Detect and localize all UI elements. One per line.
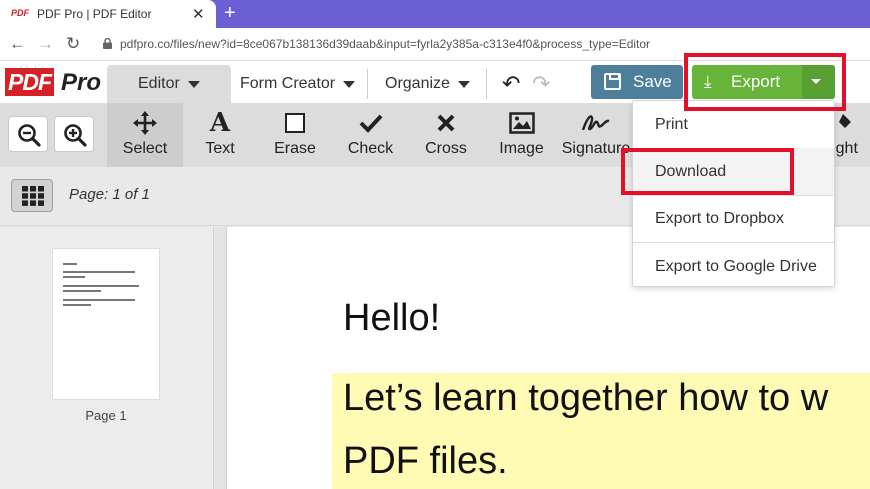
cross-icon — [408, 109, 484, 137]
divider — [367, 69, 368, 99]
chevron-down-icon — [187, 80, 200, 88]
thumbnails-toggle-button[interactable] — [11, 179, 53, 212]
tool-select[interactable]: Select — [107, 103, 183, 167]
reload-icon[interactable]: ↻ — [66, 34, 80, 54]
thumbnail-label: Page 1 — [85, 408, 127, 423]
tab-title: PDF Pro | PDF Editor — [37, 7, 152, 21]
divider — [486, 69, 487, 99]
check-icon — [333, 109, 408, 137]
redo-icon[interactable]: ↷ — [532, 71, 550, 97]
tool-text-label: Text — [205, 140, 235, 157]
download-highlight-box — [621, 148, 794, 195]
lock-icon — [103, 38, 112, 49]
zoom-in-button[interactable] — [54, 116, 94, 152]
url-text[interactable]: pdfpro.co/files/new?id=8ce067b138136d39d… — [120, 37, 650, 51]
tool-erase[interactable]: Erase — [257, 103, 333, 167]
tool-check[interactable]: Check — [333, 103, 408, 167]
undo-icon[interactable]: ↶ — [502, 71, 520, 97]
browser-tab-bar: PDF PDF Pro | PDF Editor ✕ + — [0, 0, 870, 28]
doc-heading: Hello! — [343, 297, 441, 339]
signature-icon — [559, 109, 633, 137]
tab-form-creator[interactable]: Form Creator — [240, 65, 356, 103]
zoom-out-icon — [18, 124, 41, 147]
grid-icon — [22, 186, 44, 206]
tool-erase-label: Erase — [274, 140, 316, 157]
tab-organize[interactable]: Organize — [385, 65, 470, 103]
export-highlight-box — [684, 53, 846, 111]
tab-organize-label: Organize — [385, 75, 450, 92]
forward-arrow-icon[interactable]: → — [37, 34, 54, 54]
zoom-out-button[interactable] — [8, 116, 48, 152]
thumbnail-sidebar: Page 1 — [0, 227, 214, 489]
tab-form-creator-label: Form Creator — [240, 75, 336, 92]
pdfpro-favicon-icon: PDF — [11, 8, 29, 18]
thumbnail-text-line — [63, 263, 77, 265]
page-thumbnail[interactable] — [52, 248, 160, 400]
doc-paragraph-line: PDF files. — [343, 440, 508, 482]
move-icon — [107, 109, 183, 137]
browser-tab[interactable]: PDF PDF Pro | PDF Editor ✕ — [0, 0, 216, 28]
thumbnail-text-line — [63, 271, 135, 273]
thumbnail-text-line — [63, 304, 91, 306]
page-indicator: Page: 1 of 1 — [69, 186, 150, 203]
back-arrow-icon[interactable]: ← — [9, 34, 26, 54]
image-icon — [484, 109, 559, 137]
save-button[interactable]: Save — [591, 65, 683, 99]
tool-check-label: Check — [347, 140, 394, 157]
tab-editor[interactable]: Editor — [107, 65, 231, 103]
chevron-down-icon — [457, 80, 470, 88]
erase-icon — [257, 109, 333, 137]
tool-text[interactable]: A Text — [183, 103, 257, 167]
save-label: Save — [633, 72, 672, 91]
doc-paragraph-line: Let’s learn together how to w — [343, 377, 829, 419]
thumbnail-text-line — [63, 290, 101, 292]
chevron-down-icon — [343, 80, 356, 88]
thumbnail-text-line — [63, 299, 135, 301]
tool-select-label: Select — [122, 140, 168, 157]
tool-cross[interactable]: Cross — [408, 103, 484, 167]
tool-image-label: Image — [499, 140, 544, 157]
logo-pro: Pro — [61, 69, 102, 96]
menu-item-export-google-drive[interactable]: Export to Google Drive — [633, 243, 834, 291]
zoom-in-icon — [64, 124, 87, 147]
logo-pdf: PDF — [5, 68, 54, 96]
tab-editor-label: Editor — [138, 75, 180, 92]
menu-item-export-dropbox[interactable]: Export to Dropbox — [633, 195, 834, 243]
new-tab-button[interactable]: + — [224, 2, 236, 25]
thumbnail-text-line — [63, 285, 139, 287]
tool-image[interactable]: Image — [484, 103, 559, 167]
text-icon: A — [209, 108, 231, 138]
floppy-disk-icon — [604, 73, 621, 90]
thumbnail-text-line — [63, 276, 85, 278]
tool-cross-label: Cross — [425, 140, 467, 157]
close-tab-icon[interactable]: ✕ — [192, 5, 205, 23]
